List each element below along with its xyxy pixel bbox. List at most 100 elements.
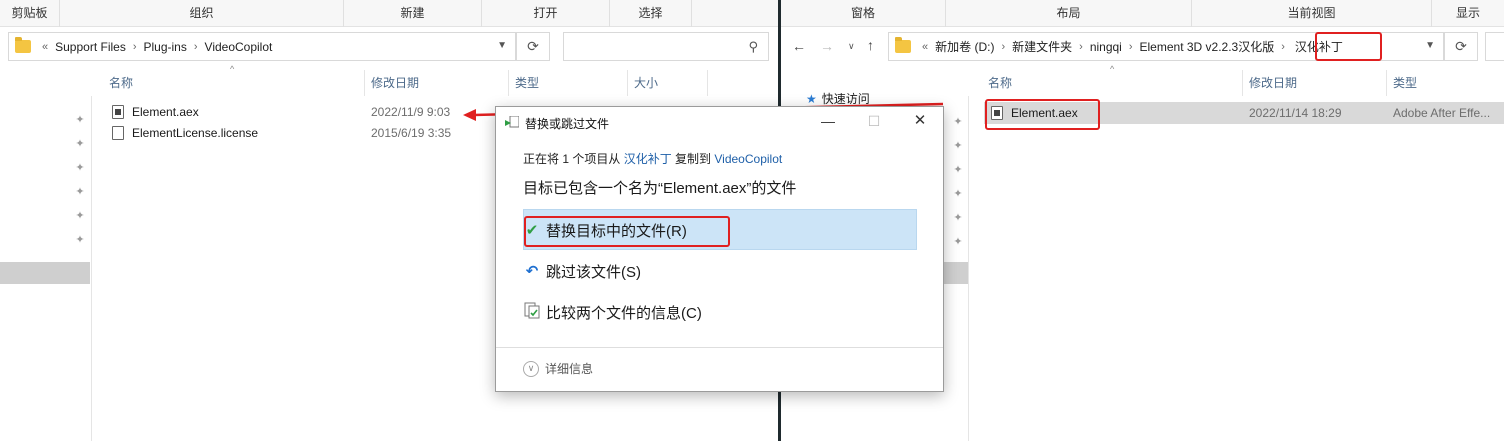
search-icon: ⚲ xyxy=(748,39,758,54)
pin-icon[interactable]: ✦ xyxy=(952,236,964,248)
column-header-date[interactable]: 修改日期 xyxy=(371,72,419,94)
highlight-box-replace-option xyxy=(524,216,730,247)
column-header-date[interactable]: 修改日期 xyxy=(1249,72,1297,94)
column-divider[interactable] xyxy=(508,70,509,96)
dialog-footer-divider xyxy=(496,347,943,348)
skip-arrow-icon: ↶ xyxy=(525,263,539,280)
dialog-title: 替换或跳过文件 xyxy=(525,117,610,131)
forward-arrow-icon[interactable]: → xyxy=(820,38,834,54)
column-header-type[interactable]: 类型 xyxy=(1393,72,1417,94)
file-type: Adobe After Effe... xyxy=(1393,106,1491,120)
replace-or-skip-dialog: 替换或跳过文件 — ☐ ✕ 正在将 1 个项目从 汉化补丁 复制到 VideoC… xyxy=(495,106,944,392)
column-header-name[interactable]: 名称 xyxy=(988,72,1012,94)
minimize-button[interactable]: — xyxy=(817,110,839,132)
chevron-down-icon[interactable]: ▼ xyxy=(497,40,507,51)
ribbon-group-organize[interactable]: 组织 xyxy=(60,0,344,27)
up-arrow-icon[interactable]: ↑ xyxy=(867,37,874,53)
file-date: 2022/11/14 18:29 xyxy=(1249,106,1342,120)
pin-icon[interactable]: ✦ xyxy=(952,188,964,200)
source-folder-link[interactable]: 汉化补丁 xyxy=(624,152,672,166)
breadcrumb-drive-d[interactable]: 新加卷 (D:) xyxy=(935,38,994,55)
ribbon-group-panes[interactable]: 窗格 xyxy=(781,0,946,27)
path-overflow-icon[interactable]: « xyxy=(922,41,928,53)
path-overflow-icon[interactable]: « xyxy=(42,41,48,53)
ribbon-group-select[interactable]: 选择 xyxy=(610,0,692,27)
ribbon-group-new[interactable]: 新建 xyxy=(344,0,482,27)
folder-icon xyxy=(895,37,911,53)
pin-icon[interactable]: ✦ xyxy=(952,212,964,224)
refresh-button[interactable]: ⟳ xyxy=(516,32,550,61)
destination-folder-link[interactable]: VideoCopilot xyxy=(714,152,782,166)
compare-files-icon xyxy=(523,302,541,323)
right-search-input[interactable] xyxy=(1485,32,1504,61)
file-row[interactable]: ElementLicense.license xyxy=(112,123,258,143)
pin-icon[interactable]: ✦ xyxy=(74,162,86,174)
pin-icon[interactable]: ✦ xyxy=(952,164,964,176)
pin-icon[interactable]: ✦ xyxy=(74,114,86,126)
chevron-right-icon: › xyxy=(193,40,198,53)
left-address-bar[interactable]: « Support Files › Plug-ins › VideoCopilo… xyxy=(8,32,516,61)
breadcrumb-videocopilot[interactable]: VideoCopilot xyxy=(205,40,273,54)
document-file-icon xyxy=(112,126,124,140)
nav-selected-item[interactable] xyxy=(944,262,968,284)
column-divider[interactable] xyxy=(1386,70,1387,96)
column-header-size[interactable]: 大小 xyxy=(634,72,658,94)
ribbon-group-current-view[interactable]: 当前视图 xyxy=(1192,0,1432,27)
column-header-type[interactable]: 类型 xyxy=(515,72,539,94)
copy-info-middle: 复制到 xyxy=(671,152,715,166)
back-arrow-icon[interactable]: ← xyxy=(792,38,806,54)
column-divider[interactable] xyxy=(627,70,628,96)
pin-icon[interactable]: ✦ xyxy=(952,116,964,128)
more-details-toggle[interactable]: ∨ 详细信息 xyxy=(523,360,593,377)
recent-dropdown-icon[interactable]: ∨ xyxy=(848,41,855,52)
quick-access-label: 快速访问 xyxy=(821,92,870,106)
pin-icon[interactable]: ✦ xyxy=(74,210,86,222)
ribbon-group-show[interactable]: 显示 xyxy=(1432,0,1504,27)
breadcrumb-element3d[interactable]: Element 3D v2.2.3汉化版 xyxy=(1140,38,1275,55)
quick-access-item[interactable]: ★ 快速访问 xyxy=(806,90,870,107)
sort-caret-icon: ^ xyxy=(230,64,235,74)
copy-dialog-icon xyxy=(505,115,520,129)
star-icon: ★ xyxy=(806,91,817,106)
highlight-box-source-file xyxy=(985,99,1100,130)
ribbon-group-clipboard[interactable]: 剪贴板 xyxy=(0,0,60,27)
breadcrumb-ningqi[interactable]: ningqi xyxy=(1090,40,1122,54)
ribbon-group-layout[interactable]: 布局 xyxy=(946,0,1192,27)
column-divider[interactable] xyxy=(364,70,365,96)
left-search-input[interactable]: ⚲ xyxy=(563,32,769,61)
breadcrumb-support-files[interactable]: Support Files xyxy=(55,40,126,54)
aex-file-icon xyxy=(112,105,124,119)
column-divider[interactable] xyxy=(1242,70,1243,96)
breadcrumb-plug-ins[interactable]: Plug-ins xyxy=(144,40,187,54)
pin-icon[interactable]: ✦ xyxy=(74,234,86,246)
nav-pane-divider xyxy=(91,96,92,441)
close-button[interactable]: ✕ xyxy=(909,110,931,132)
file-name: Element.aex xyxy=(132,105,199,119)
left-ribbon: 剪贴板 组织 新建 打开 选择 xyxy=(0,0,778,27)
chevron-down-icon[interactable]: ▼ xyxy=(1425,40,1435,51)
maximize-button[interactable]: ☐ xyxy=(863,110,885,132)
ribbon-group-open[interactable]: 打开 xyxy=(482,0,610,27)
compare-option-label: 比较两个文件的信息(C) xyxy=(546,304,702,322)
chevron-right-icon: › xyxy=(1281,40,1285,53)
file-date: 2022/11/9 9:03 xyxy=(371,105,451,119)
compare-option[interactable]: 比较两个文件的信息(C) xyxy=(523,293,702,331)
pin-icon[interactable]: ✦ xyxy=(952,140,964,152)
breadcrumb-new-folder[interactable]: 新建文件夹 xyxy=(1012,38,1072,55)
refresh-button[interactable]: ⟳ xyxy=(1444,32,1478,61)
right-ribbon: 窗格 布局 当前视图 显示 xyxy=(781,0,1504,27)
skip-option-label: 跳过该文件(S) xyxy=(546,263,641,281)
file-row[interactable]: Element.aex xyxy=(112,102,199,122)
folder-icon xyxy=(15,37,31,53)
pin-icon[interactable]: ✦ xyxy=(74,138,86,150)
column-divider[interactable] xyxy=(707,70,708,96)
skip-option[interactable]: ↶ 跳过该文件(S) xyxy=(523,252,641,290)
file-name: ElementLicense.license xyxy=(132,126,259,140)
nav-pane-divider xyxy=(968,96,969,441)
pin-icon[interactable]: ✦ xyxy=(74,186,86,198)
chevron-right-icon: › xyxy=(1001,40,1006,53)
nav-selected-item[interactable] xyxy=(0,262,90,284)
chevron-down-circle-icon: ∨ xyxy=(523,360,539,377)
copy-info-line: 正在将 1 个项目从 汉化补丁 复制到 VideoCopilot xyxy=(523,150,782,167)
column-header-name[interactable]: 名称 xyxy=(109,72,133,94)
